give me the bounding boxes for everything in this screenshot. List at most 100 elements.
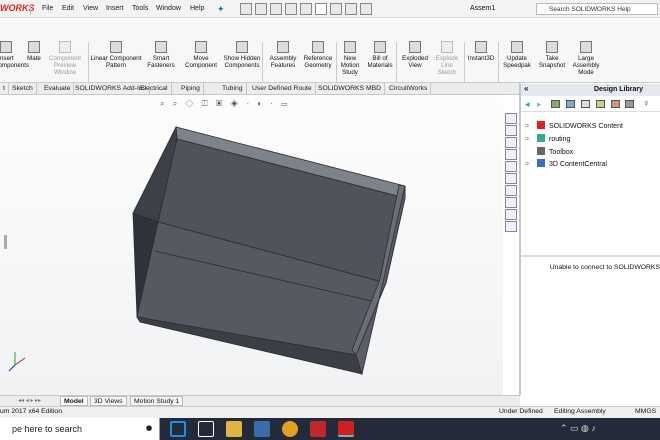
- expand-arrow-icon[interactable]: >: [525, 136, 533, 143]
- toolbox-icon[interactable]: [625, 100, 634, 108]
- command-explode-line-sketch[interactable]: Explode Line Sketch: [432, 38, 462, 76]
- tab-3d-views[interactable]: 3D Views: [90, 396, 127, 406]
- system-tray-icons[interactable]: ⌃ ▭ ◍ ♪: [560, 423, 596, 434]
- library-item[interactable]: >3D ContentCentral: [525, 159, 607, 168]
- microphone-icon[interactable]: ⏺: [146, 421, 152, 436]
- forward-icon[interactable]: ▸: [537, 99, 542, 110]
- 3d-model[interactable]: [0, 95, 503, 395]
- command-large-assembly-mode[interactable]: Large Assembly Mode: [568, 38, 604, 76]
- tab-sketch[interactable]: Sketch: [9, 83, 37, 95]
- panel-divider[interactable]: [521, 255, 660, 257]
- command-insert-components[interactable]: Insert Components: [0, 38, 29, 69]
- open-icon[interactable]: [255, 3, 267, 15]
- command-take-snapshot[interactable]: Take Snapshot: [536, 38, 568, 69]
- add-file-location-icon[interactable]: [551, 100, 560, 108]
- chrome-icon[interactable]: [282, 421, 298, 437]
- edge-icon[interactable]: [170, 421, 186, 437]
- expand-arrow-icon[interactable]: >: [525, 123, 533, 130]
- print-icon[interactable]: [285, 3, 297, 15]
- tab-user-defined-route[interactable]: User Defined Route: [249, 83, 316, 95]
- menu-insert[interactable]: Insert: [106, 5, 124, 12]
- tab-t[interactable]: t: [0, 83, 9, 95]
- tab-tubing[interactable]: Tubing: [219, 83, 247, 95]
- refresh-icon[interactable]: [581, 100, 590, 108]
- file-explorer-taskbar-icon[interactable]: [226, 421, 242, 437]
- command-component-preview-window[interactable]: Component Preview Window: [44, 38, 86, 76]
- menu-file[interactable]: File: [42, 5, 53, 12]
- forum-icon[interactable]: [505, 197, 517, 208]
- command-reference-geometry[interactable]: Reference Geometry: [300, 38, 336, 69]
- store-icon[interactable]: [254, 421, 270, 437]
- pin-icon[interactable]: ✦: [217, 4, 225, 15]
- collapse-panel-icon[interactable]: «: [524, 84, 528, 93]
- command-move-component[interactable]: Move Component: [182, 38, 220, 69]
- up-folder-icon[interactable]: [596, 100, 605, 108]
- tab-scroll-arrows-icon[interactable]: ◂◂ ◂ ▸ ▸▸: [18, 397, 41, 404]
- command-assembly-features[interactable]: Assembly Features: [264, 38, 302, 69]
- separator: [30, 4, 31, 15]
- menu-edit[interactable]: Edit: [62, 5, 74, 12]
- new-document-icon[interactable]: [240, 3, 252, 15]
- command-exploded-view[interactable]: Exploded View: [398, 38, 432, 69]
- library-item[interactable]: > SOLIDWORKS Content: [525, 121, 623, 130]
- home-icon[interactable]: [505, 113, 517, 124]
- appearances-icon[interactable]: [505, 173, 517, 184]
- resources-icon[interactable]: [505, 125, 517, 136]
- command-new-motion-study[interactable]: New Motion Study: [338, 38, 362, 76]
- tab-electrical[interactable]: Electrical: [137, 83, 172, 95]
- menu-view[interactable]: View: [83, 5, 98, 12]
- tab-evaluate[interactable]: Evaluate: [41, 83, 75, 95]
- preview-window-icon: [59, 41, 71, 53]
- extra-tab-icon[interactable]: [505, 221, 517, 232]
- options-gear-icon[interactable]: [360, 3, 372, 15]
- triad-icon: [8, 352, 26, 372]
- library-item[interactable]: > routing: [525, 134, 570, 143]
- command-mate[interactable]: Mate: [24, 38, 44, 62]
- acrobat-icon[interactable]: [310, 421, 326, 437]
- file-explorer-icon[interactable]: [505, 149, 517, 160]
- taskbar-search[interactable]: pe here to search: [0, 418, 160, 440]
- fastener-icon: [155, 41, 167, 53]
- help-search-input[interactable]: Search SOLIDWORKS Help: [536, 3, 658, 15]
- pin-panel-icon[interactable]: ♀: [643, 98, 650, 108]
- back-icon[interactable]: ◂: [525, 99, 530, 110]
- custom-properties-icon[interactable]: [505, 185, 517, 196]
- create-new-folder-icon[interactable]: [566, 100, 575, 108]
- command-update-speedpak[interactable]: Update Speedpak: [500, 38, 534, 69]
- command-instant3d[interactable]: Instant3D: [466, 38, 496, 62]
- tab-solidworks-mbd[interactable]: SOLIDWORKS MBD: [315, 83, 386, 95]
- undo-icon[interactable]: [300, 3, 312, 15]
- task-view-icon[interactable]: [198, 421, 214, 437]
- select-icon[interactable]: [315, 3, 327, 15]
- menu-help[interactable]: Help: [190, 5, 204, 12]
- menu-window[interactable]: Window: [156, 5, 181, 12]
- design-library-icon[interactable]: [505, 137, 517, 148]
- expand-arrow-icon[interactable]: >: [525, 161, 533, 168]
- tab-model[interactable]: Model: [60, 396, 88, 406]
- command-smart-fasteners[interactable]: Smart Fasteners: [146, 38, 176, 69]
- file-properties-icon[interactable]: [345, 3, 357, 15]
- graphics-viewport[interactable]: [0, 95, 503, 395]
- menu-tools[interactable]: Tools: [132, 5, 148, 12]
- toolbox-tab-icon[interactable]: [505, 209, 517, 220]
- snapshot-icon: [546, 41, 558, 53]
- heads-up-view-toolbar[interactable]: ⌕ ⌕ ◇ ◫ ▣ ◈ · ◐ · ▭: [160, 99, 290, 109]
- solidworks-taskbar-icon[interactable]: [338, 421, 354, 437]
- toolbox-icon: [537, 147, 545, 155]
- library-settings-icon[interactable]: [611, 100, 620, 108]
- tab-circuitworks[interactable]: CircuitWorks: [386, 83, 432, 95]
- tab-motion-study[interactable]: Motion Study 1: [130, 396, 184, 406]
- traffic-light-icon[interactable]: [330, 3, 342, 15]
- command-bill-of-materials[interactable]: Bill of Materials: [364, 38, 396, 69]
- task-pane-tabs: [503, 112, 519, 232]
- command-show-hidden-components[interactable]: Show Hidden Components: [220, 38, 264, 69]
- library-item[interactable]: Toolbox: [525, 147, 573, 156]
- library-item-label: Toolbox: [549, 149, 574, 156]
- view-palette-icon[interactable]: [505, 161, 517, 172]
- save-icon[interactable]: [270, 3, 282, 15]
- tab-piping[interactable]: Piping: [178, 83, 204, 95]
- explode-line-icon: [441, 41, 453, 53]
- library-item-label: SOLIDWORKS Content: [549, 123, 623, 130]
- command-linear-component-pattern[interactable]: Linear Component Pattern: [86, 38, 146, 69]
- status-units[interactable]: MMGS: [635, 408, 656, 415]
